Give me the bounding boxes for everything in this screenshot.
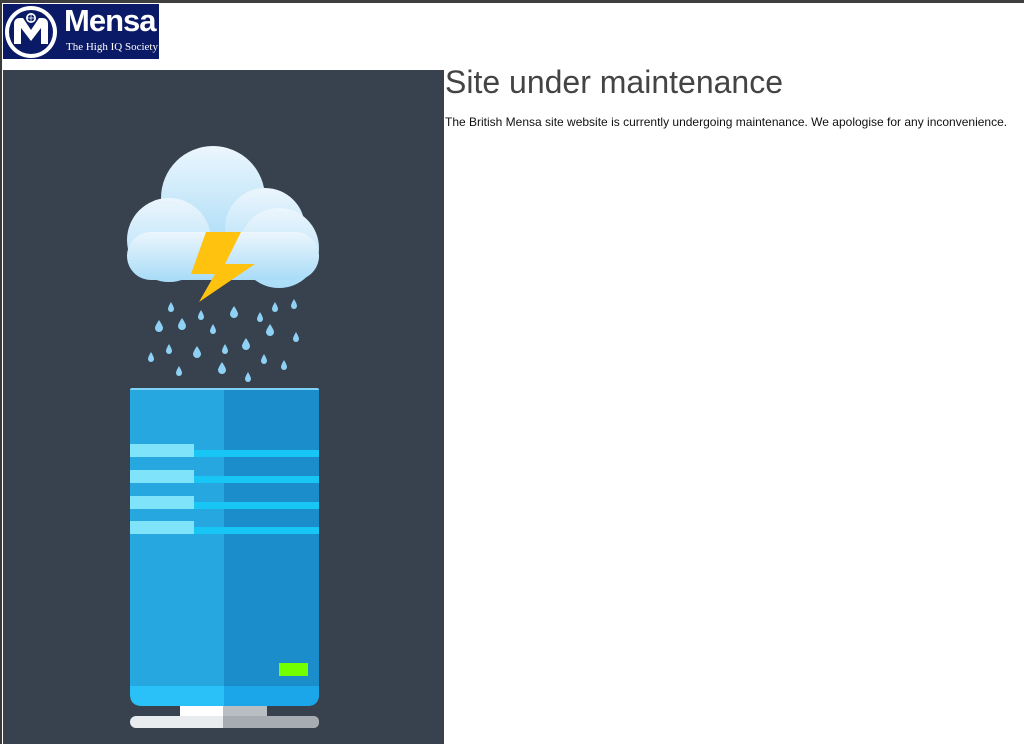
window-top-border (0, 0, 1024, 3)
maintenance-artwork (127, 146, 319, 728)
maintenance-content: Site under maintenance The British Mensa… (445, 62, 1024, 130)
maintenance-message: The British Mensa site website is curren… (445, 115, 1008, 129)
maintenance-illustration (3, 70, 444, 744)
mensa-emblem-icon (5, 6, 57, 58)
logo-wordmark: Mensa (64, 4, 156, 38)
status-light-icon (279, 663, 308, 676)
server-icon (130, 388, 319, 728)
raindrop-icon (148, 299, 299, 382)
page-title: Site under maintenance (445, 64, 783, 100)
logo-tagline: The High IQ Society (66, 41, 158, 53)
window-left-border (0, 3, 2, 744)
mensa-logo[interactable]: Mensa The High IQ Society (3, 4, 159, 59)
